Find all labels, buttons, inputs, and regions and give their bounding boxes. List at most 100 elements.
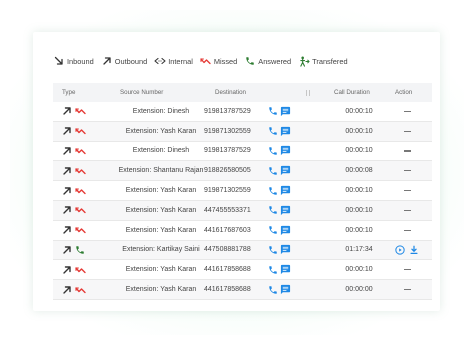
call-phone-icon[interactable] xyxy=(268,106,278,116)
column-header-destination[interactable]: Destination xyxy=(215,89,246,96)
chat-message-icon[interactable] xyxy=(280,244,291,255)
table-row[interactable]: Extension: Yash Karan 919871302559 00:00:1… xyxy=(53,181,432,201)
contact-actions-cell xyxy=(268,142,291,161)
call-type-cell xyxy=(62,161,86,180)
no-action-dash xyxy=(403,269,411,271)
internal-arrows-icon xyxy=(154,55,166,67)
destination-cell: 447508881788 xyxy=(204,246,251,254)
table-row[interactable]: Extension: Dinesh 919813787529 00:00:10 xyxy=(53,102,432,122)
action-cell xyxy=(392,102,422,121)
call-duration-cell: 00:00:10 xyxy=(345,266,373,274)
call-duration-cell: 00:00:08 xyxy=(345,167,373,175)
chat-message-icon[interactable] xyxy=(280,126,291,137)
download-recording-icon[interactable] xyxy=(409,245,419,255)
missed-call-icon xyxy=(75,146,86,156)
table-row[interactable]: Extension: Dinesh 919813787529 00:00:10 xyxy=(53,142,432,162)
missed-call-icon xyxy=(75,186,86,196)
table-row[interactable]: Extension: Yash Karan 441617858688 00:00:1… xyxy=(53,260,432,281)
destination-cell: 441617687603 xyxy=(204,226,251,234)
column-header-type[interactable]: Type xyxy=(62,89,75,96)
column-header-duration[interactable]: Call Duration xyxy=(334,89,370,96)
destination-cell: 919813787529 xyxy=(204,107,251,115)
missed-call-icon xyxy=(75,265,86,275)
call-type-cell xyxy=(62,102,86,121)
table-row[interactable]: Extension: Shantanu Rajan 918826580505 00:… xyxy=(53,161,432,182)
outbound-arrow-icon xyxy=(62,186,72,196)
outbound-arrow-icon xyxy=(62,225,72,235)
outbound-arrow-icon xyxy=(62,205,72,215)
missed-call-icon xyxy=(200,55,212,67)
call-log-table: Extension: Dinesh 919813787529 00:00:10 Ext… xyxy=(53,102,432,300)
no-action-dash xyxy=(403,209,411,211)
outbound-arrow-icon xyxy=(101,55,113,67)
outbound-arrow-icon xyxy=(62,146,72,156)
contact-actions-cell xyxy=(268,122,291,141)
outbound-arrow-icon xyxy=(62,285,72,295)
transfer-person-icon xyxy=(298,55,310,67)
missed-call-icon xyxy=(75,106,86,116)
chat-message-icon[interactable] xyxy=(280,264,291,275)
call-phone-icon[interactable] xyxy=(268,186,278,196)
destination-cell: 441617858688 xyxy=(204,286,251,294)
call-phone-icon[interactable] xyxy=(268,225,278,235)
chat-message-icon[interactable] xyxy=(280,145,291,156)
chat-message-icon[interactable] xyxy=(280,106,291,117)
call-phone-icon[interactable] xyxy=(268,205,278,215)
table-row[interactable]: Extension: Yash Karan 441617858688 00:00:0… xyxy=(53,280,432,300)
chat-message-icon[interactable] xyxy=(280,205,291,216)
no-action-dash xyxy=(403,229,411,231)
no-action-dash xyxy=(403,170,411,172)
call-phone-icon[interactable] xyxy=(268,285,278,295)
call-duration-cell: 00:00:00 xyxy=(345,286,373,294)
legend-label-outbound: Outbound xyxy=(114,56,148,66)
table-row[interactable]: Extension: Kartikay Saini 447508881788 01:… xyxy=(53,240,432,261)
column-resize-handle[interactable] xyxy=(306,90,307,96)
call-phone-icon[interactable] xyxy=(268,166,278,176)
chat-message-icon[interactable] xyxy=(280,225,291,236)
chat-message-icon[interactable] xyxy=(280,165,291,176)
call-phone-icon[interactable] xyxy=(268,245,278,255)
call-phone-icon[interactable] xyxy=(268,126,278,136)
table-row[interactable]: Extension: Yash Karan 441617687603 00:00:1… xyxy=(53,221,432,241)
column-header-action[interactable]: Action xyxy=(395,89,412,96)
call-type-cell xyxy=(62,221,86,240)
outbound-arrow-icon xyxy=(62,265,72,275)
table-row[interactable]: Extension: Yash Karan 447455553371 00:00:1… xyxy=(53,200,432,221)
call-type-legend: Inbound Outbound Internal Missed Answere… xyxy=(53,54,353,68)
column-resize-handle[interactable] xyxy=(309,90,310,96)
table-header: Type Source Number Destination Call Dura… xyxy=(53,83,432,102)
missed-call-icon xyxy=(75,205,86,215)
no-action-dash xyxy=(403,130,411,132)
inbound-arrow-icon xyxy=(53,55,65,67)
action-cell xyxy=(392,241,422,260)
call-type-cell xyxy=(62,181,86,200)
legend-label-answered: Answered xyxy=(258,56,292,66)
missed-call-icon xyxy=(75,285,86,295)
destination-cell: 441617858688 xyxy=(204,266,251,274)
destination-cell: 919871302559 xyxy=(204,187,251,195)
column-header-source[interactable]: Source Number xyxy=(120,89,163,96)
contact-actions-cell xyxy=(268,241,291,260)
call-type-cell xyxy=(62,241,85,260)
answered-call-icon xyxy=(244,55,256,67)
chat-message-icon[interactable] xyxy=(280,284,291,295)
call-type-cell xyxy=(62,122,86,141)
missed-call-icon xyxy=(75,166,86,176)
call-phone-icon[interactable] xyxy=(268,265,278,275)
outbound-arrow-icon xyxy=(62,166,72,176)
outbound-arrow-icon xyxy=(62,126,72,136)
contact-actions-cell xyxy=(268,181,291,200)
table-row[interactable]: Extension: Yash Karan 919871302559 00:00:1… xyxy=(53,121,432,142)
legend-label-missed: Missed xyxy=(213,56,238,66)
call-phone-icon[interactable] xyxy=(268,146,278,156)
call-duration-cell: 00:00:10 xyxy=(345,147,373,155)
action-cell xyxy=(392,201,422,220)
contact-actions-cell xyxy=(268,221,291,240)
no-action-dash xyxy=(403,189,411,192)
chat-message-icon[interactable] xyxy=(280,185,291,196)
missed-call-icon xyxy=(75,126,86,136)
legend-label-transfered: Transfered xyxy=(312,56,348,66)
outbound-arrow-icon xyxy=(62,106,72,116)
action-cell xyxy=(392,260,422,279)
play-recording-icon[interactable] xyxy=(395,245,405,255)
